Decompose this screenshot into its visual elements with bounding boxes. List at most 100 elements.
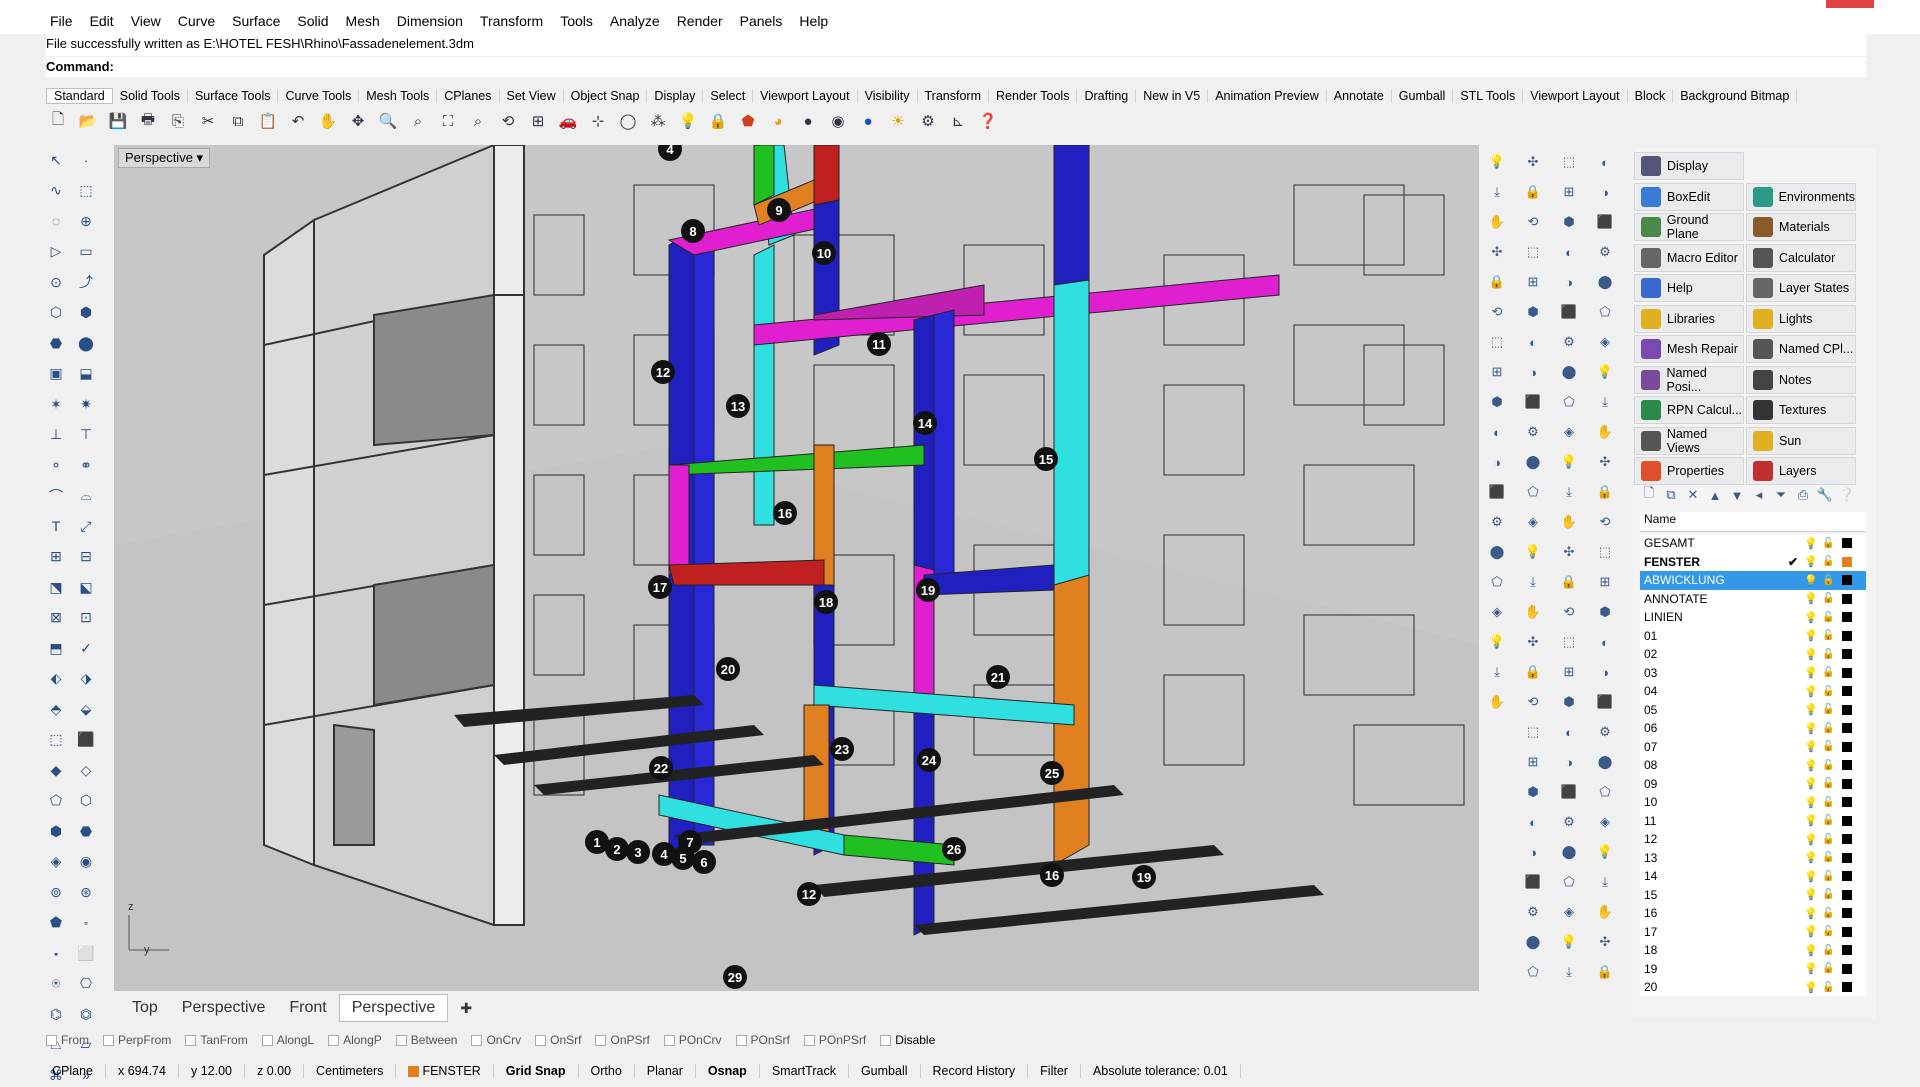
layer-row[interactable]: 11 💡 🔓 [1640, 812, 1866, 831]
layer-row[interactable]: 02 💡 🔓 [1640, 645, 1866, 664]
layer-color-swatch[interactable] [1842, 815, 1852, 826]
shaded-sphere-icon[interactable]: ● [796, 109, 820, 133]
left-tool-45-icon[interactable]: ⬣ [74, 819, 98, 843]
menu-render[interactable]: Render [677, 13, 723, 29]
left-tool-35-icon[interactable]: ⬗ [74, 667, 98, 691]
side-tool-3-1-icon[interactable]: ◑ [1594, 181, 1616, 203]
side-tool-3-3-icon[interactable]: ⚙ [1594, 241, 1616, 263]
left-tool-10-icon[interactable]: ⬡ [44, 301, 68, 325]
layer-color-swatch[interactable] [1842, 797, 1852, 808]
close-window-button[interactable] [1826, 0, 1874, 8]
layer-visibility-icon[interactable]: 💡 [1804, 555, 1818, 568]
layer-visibility-icon[interactable]: 💡 [1804, 685, 1818, 698]
left-tool-50-icon[interactable]: ⬟ [44, 911, 68, 935]
side-tool-3-24-icon[interactable]: ⤓ [1594, 871, 1616, 893]
car-icon[interactable]: 🚗 [556, 109, 580, 133]
menu-file[interactable]: File [50, 13, 73, 29]
menu-solid[interactable]: Solid [297, 13, 328, 29]
left-tool-13-icon[interactable]: ⬤ [74, 331, 98, 355]
status-ortho[interactable]: Ortho [579, 1064, 635, 1078]
toolbar-tab-2[interactable]: Surface Tools [188, 89, 279, 103]
side-tool-2-4-icon[interactable]: ◑ [1558, 271, 1580, 293]
layer-color-swatch[interactable] [1842, 741, 1852, 752]
toolbar-tab-1[interactable]: Solid Tools [113, 89, 188, 103]
osnap-checkbox[interactable] [46, 1034, 57, 1046]
side-tool-3-26-icon[interactable]: ✣ [1594, 931, 1616, 953]
side-tool-2-2-icon[interactable]: ⬢ [1558, 211, 1580, 233]
layer-visibility-icon[interactable]: 💡 [1804, 574, 1818, 587]
side-tool-3-10-icon[interactable]: ✣ [1594, 451, 1616, 473]
status-smarttrack[interactable]: SmartTrack [760, 1064, 849, 1078]
side-tool-3-18-icon[interactable]: ⬛ [1594, 691, 1616, 713]
osnap-disable[interactable]: Disable [880, 1033, 935, 1047]
panel-button-named-cpl-[interactable]: Named CPl... [1746, 335, 1856, 363]
left-tool-32-icon[interactable]: ⬒ [44, 636, 68, 660]
left-tool-3-icon[interactable]: ⬚ [74, 179, 98, 203]
toolbar-tab-19[interactable]: STL Tools [1453, 89, 1524, 103]
side-tool-1-10-icon[interactable]: ⬤ [1522, 451, 1544, 473]
layer-lock-icon[interactable]: 🔓 [1822, 889, 1834, 900]
panel-button-layers[interactable]: Layers [1746, 457, 1856, 485]
toolbar-tab-10[interactable]: Viewport Layout [753, 89, 858, 103]
menu-panels[interactable]: Panels [740, 13, 783, 29]
left-tool-6-icon[interactable]: ▷ [44, 240, 68, 264]
side-tool-3-15-icon[interactable]: ⬢ [1594, 601, 1616, 623]
left-tool-42-icon[interactable]: ⬠ [44, 789, 68, 813]
layer-row[interactable]: 13 💡 🔓 [1640, 849, 1866, 868]
side-tool-3-12-icon[interactable]: ⟲ [1594, 511, 1616, 533]
zoom-icon[interactable]: 🔍 [376, 109, 400, 133]
layer-lock-icon[interactable]: 🔓 [1822, 667, 1834, 678]
layer-row[interactable]: 19 💡 🔓 [1640, 960, 1866, 979]
side-tool-3-6-icon[interactable]: ◈ [1594, 331, 1616, 353]
status-grid-snap[interactable]: Grid Snap [494, 1064, 579, 1078]
gear-icon[interactable]: ⚙ [916, 109, 940, 133]
left-tool-43-icon[interactable]: ⬡ [74, 789, 98, 813]
left-tool-49-icon[interactable]: ⊛ [74, 880, 98, 904]
side-tool-3-14-icon[interactable]: ⊞ [1594, 571, 1616, 593]
status-cplane[interactable]: CPlane [40, 1064, 106, 1078]
layer-visibility-icon[interactable]: 💡 [1804, 666, 1818, 679]
menu-view[interactable]: View [131, 13, 161, 29]
layer-row[interactable]: 15 💡 🔓 [1640, 886, 1866, 905]
left-tool-44-icon[interactable]: ⬢ [44, 819, 68, 843]
panel-button-notes[interactable]: Notes [1746, 365, 1856, 394]
side-tool-0-11-icon[interactable]: ⬛ [1486, 481, 1508, 503]
side-tool-2-18-icon[interactable]: ⬢ [1558, 691, 1580, 713]
left-tool-56-icon[interactable]: ⌬ [44, 1002, 68, 1026]
side-tool-3-2-icon[interactable]: ⬛ [1594, 211, 1616, 233]
side-tool-0-9-icon[interactable]: ◐ [1486, 421, 1508, 443]
toolbar-tab-21[interactable]: Block [1628, 89, 1674, 103]
osnap-checkbox[interactable] [103, 1034, 114, 1046]
layer-color-swatch[interactable] [1842, 926, 1852, 937]
left-tool-31-icon[interactable]: ⊡ [74, 606, 98, 630]
toolbar-tab-16[interactable]: Animation Preview [1208, 89, 1327, 103]
layer-lock-icon[interactable]: 🔓 [1822, 797, 1834, 808]
side-tool-1-26-icon[interactable]: ⬤ [1522, 931, 1544, 953]
side-tool-3-23-icon[interactable]: 💡 [1594, 841, 1616, 863]
osnap-onpsrf[interactable]: OnPSrf [595, 1033, 650, 1047]
left-tool-7-icon[interactable]: ▭ [74, 240, 98, 264]
side-tool-0-16-icon[interactable]: 💡 [1486, 631, 1508, 653]
layer-row[interactable]: 16 💡 🔓 [1640, 904, 1866, 923]
side-tool-3-16-icon[interactable]: ◐ [1594, 631, 1616, 653]
layer-row[interactable]: ANNOTATE 💡 🔓 [1640, 590, 1866, 609]
osnap-alongp[interactable]: AlongP [328, 1033, 382, 1047]
toolbar-tab-7[interactable]: Object Snap [564, 89, 648, 103]
menu-mesh[interactable]: Mesh [346, 13, 380, 29]
left-tool-8-icon[interactable]: ⊙ [44, 270, 68, 294]
side-tool-2-17-icon[interactable]: ⊞ [1558, 661, 1580, 683]
side-tool-0-4-icon[interactable]: 🔒 [1486, 271, 1508, 293]
osnap-ponpsrf[interactable]: POnPSrf [803, 1033, 866, 1047]
side-tool-1-21-icon[interactable]: ⬢ [1522, 781, 1544, 803]
side-tool-1-7-icon[interactable]: ◑ [1522, 361, 1544, 383]
undo-icon[interactable]: ↶ [286, 109, 310, 133]
left-tool-2-icon[interactable]: ∿ [44, 179, 68, 203]
light-bulb-icon[interactable]: 💡 [676, 109, 700, 133]
side-tool-3-0-icon[interactable]: ◐ [1594, 151, 1616, 173]
layer-row[interactable]: 17 💡 🔓 [1640, 923, 1866, 942]
side-tool-3-11-icon[interactable]: 🔒 [1594, 481, 1616, 503]
layer-row[interactable]: 09 💡 🔓 [1640, 775, 1866, 794]
layer-lock-icon[interactable]: 🔓 [1822, 704, 1834, 715]
panel-button-textures[interactable]: Textures [1746, 396, 1856, 424]
side-tool-0-14-icon[interactable]: ⬠ [1486, 571, 1508, 593]
